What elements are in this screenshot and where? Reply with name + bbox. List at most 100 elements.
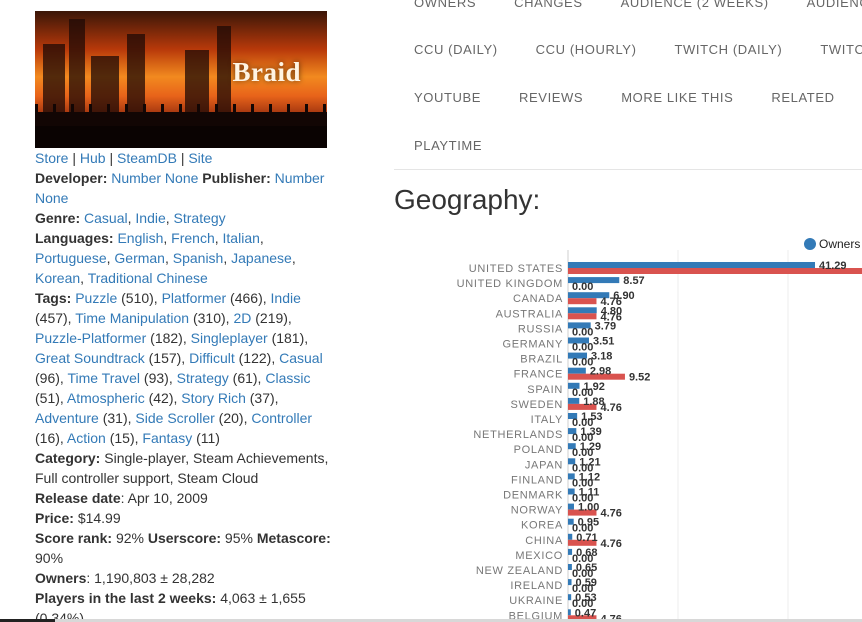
tag-count: (219), xyxy=(251,310,292,326)
tag-link[interactable]: Side Scroller xyxy=(135,410,214,426)
languages-row: Languages: English, French, Italian, Por… xyxy=(35,230,296,286)
genre-link[interactable]: Strategy xyxy=(174,210,226,226)
genre-row: Genre: Casual, Indie, Strategy xyxy=(35,210,226,226)
data-label-owners: 0.71 xyxy=(576,532,597,544)
data-label-second-series: 0.00 xyxy=(572,281,593,293)
language-link[interactable]: German xyxy=(114,250,165,266)
languages-label: Languages: xyxy=(35,230,114,246)
metascore-label: Metascore: xyxy=(256,530,331,546)
category-label: AUSTRALIA xyxy=(496,308,563,320)
game-links-row: Store | Hub | SteamDB | Site xyxy=(35,150,213,166)
developer-link[interactable]: Number None xyxy=(111,170,198,186)
release-row: Release date: Apr 10, 2009 xyxy=(35,488,335,508)
site-link[interactable]: Site xyxy=(188,150,212,166)
tag-link[interactable]: Platformer xyxy=(162,290,227,306)
tag-link[interactable]: Time Manipulation xyxy=(75,310,189,326)
language-link[interactable]: Spanish xyxy=(173,250,224,266)
game-details: Store | Hub | SteamDB | Site Developer: … xyxy=(35,148,335,622)
data-label-second-series: 4.76 xyxy=(600,402,621,414)
bar-second-series xyxy=(568,268,862,274)
category-label: FRANCE xyxy=(514,369,563,381)
language-link[interactable]: Japanese xyxy=(231,250,292,266)
language-link[interactable]: Portuguese xyxy=(35,250,107,266)
category-label: BRAZIL xyxy=(520,354,563,366)
genre-link[interactable]: Casual xyxy=(84,210,128,226)
category-label: SPAIN xyxy=(527,384,563,396)
tag-link[interactable]: 2D xyxy=(233,310,251,326)
category-label: NETHERLANDS xyxy=(473,429,563,441)
tag-link[interactable]: Puzzle xyxy=(75,290,117,306)
category-label: KOREA xyxy=(521,520,563,532)
tag-link[interactable]: Casual xyxy=(279,350,323,366)
tag-link[interactable]: Fantasy xyxy=(142,430,192,446)
tag-link[interactable]: Strategy xyxy=(177,370,229,386)
tag-link[interactable]: Difficult xyxy=(189,350,235,366)
tag-link[interactable]: Story Rich xyxy=(181,390,246,406)
score-rank-value: 92% xyxy=(115,530,144,546)
data-label-second-series: 4.76 xyxy=(600,538,621,550)
price-label: Price: xyxy=(35,510,74,526)
owners-label: Owners xyxy=(35,570,87,586)
tag-count: (96), xyxy=(35,370,68,386)
language-link[interactable]: French xyxy=(171,230,215,246)
userscore-label: Userscore: xyxy=(147,530,222,546)
language-link[interactable]: Italian xyxy=(223,230,260,246)
category-label: NORWAY xyxy=(511,505,563,517)
data-label-owners: 3.51 xyxy=(593,336,614,348)
price-value: $14.99 xyxy=(77,510,121,526)
genre-link[interactable]: Indie xyxy=(135,210,165,226)
tag-count: (15), xyxy=(105,430,143,446)
tag-count: (157), xyxy=(144,350,190,366)
bar-owners xyxy=(568,262,815,268)
bar-owners xyxy=(568,503,574,510)
tag-link[interactable]: Indie xyxy=(271,290,301,306)
data-label-second-series: 9.52 xyxy=(629,372,650,384)
category-label: ITALY xyxy=(531,414,563,426)
category-label: UNITED STATES xyxy=(469,263,563,275)
tag-count: (11) xyxy=(192,430,220,446)
hub-link[interactable]: Hub xyxy=(80,150,106,166)
tag-link[interactable]: Adventure xyxy=(35,410,99,426)
bar-owners xyxy=(568,367,586,374)
category-label: JAPAN xyxy=(525,459,563,471)
tag-link[interactable]: Action xyxy=(67,430,106,446)
bar-owners xyxy=(568,579,572,586)
tag-link[interactable]: Great Soundtrack xyxy=(35,350,145,366)
language-link[interactable]: English xyxy=(117,230,163,246)
tag-count: (181), xyxy=(267,330,309,346)
language-link[interactable]: Traditional Chinese xyxy=(88,270,208,286)
bar-owners xyxy=(568,397,580,404)
tag-link[interactable]: Classic xyxy=(265,370,310,386)
players-2weeks-row: Players in the last 2 weeks: 4,063 ± 1,6… xyxy=(35,588,335,622)
tag-count: (457), xyxy=(35,310,76,326)
score-row: Score rank: 92% Userscore: 95% Metascore… xyxy=(35,528,335,568)
category-row: Category: Single-player, Steam Achieveme… xyxy=(35,448,335,488)
language-link[interactable]: Korean xyxy=(35,270,80,286)
tag-link[interactable]: Controller xyxy=(251,410,312,426)
players-2weeks-label: Players in the last 2 weeks: xyxy=(35,590,217,606)
game-banner-image: Braid xyxy=(35,11,327,148)
tag-count: (51), xyxy=(35,390,67,406)
data-label-owners: 1.00 xyxy=(578,502,599,514)
category-label: MEXICO xyxy=(515,550,563,562)
category-label: FINLAND xyxy=(511,474,563,486)
data-label-second-series: 0.00 xyxy=(572,326,593,338)
tag-link[interactable]: Puzzle-Platformer xyxy=(35,330,146,346)
tag-count: (31), xyxy=(98,410,136,426)
tag-count: (466), xyxy=(226,290,271,306)
release-value: : Apr 10, 2009 xyxy=(120,490,208,506)
bar-owners xyxy=(568,533,573,540)
category-label: CHINA xyxy=(525,535,563,547)
tag-link[interactable]: Atmospheric xyxy=(67,390,145,406)
owners-value: : 1,190,803 ± 28,282 xyxy=(86,570,215,586)
steamdb-link[interactable]: SteamDB xyxy=(117,150,177,166)
tag-link[interactable]: Time Travel xyxy=(67,370,140,386)
tag-link[interactable]: Singleplayer xyxy=(191,330,268,346)
store-link[interactable]: Store xyxy=(35,150,68,166)
game-info-panel: Braid Store | Hub | SteamDB | Site Devel… xyxy=(35,11,335,622)
geography-bar-chart: UNITED STATES 41.29 UNITED KINGDOM 8.57 0.00… xyxy=(457,250,862,622)
tag-count: (61), xyxy=(228,370,266,386)
banner-logo-text: Braid xyxy=(232,57,301,87)
tag-count: (16), xyxy=(35,430,67,446)
score-rank-label: Score rank: xyxy=(35,530,113,546)
